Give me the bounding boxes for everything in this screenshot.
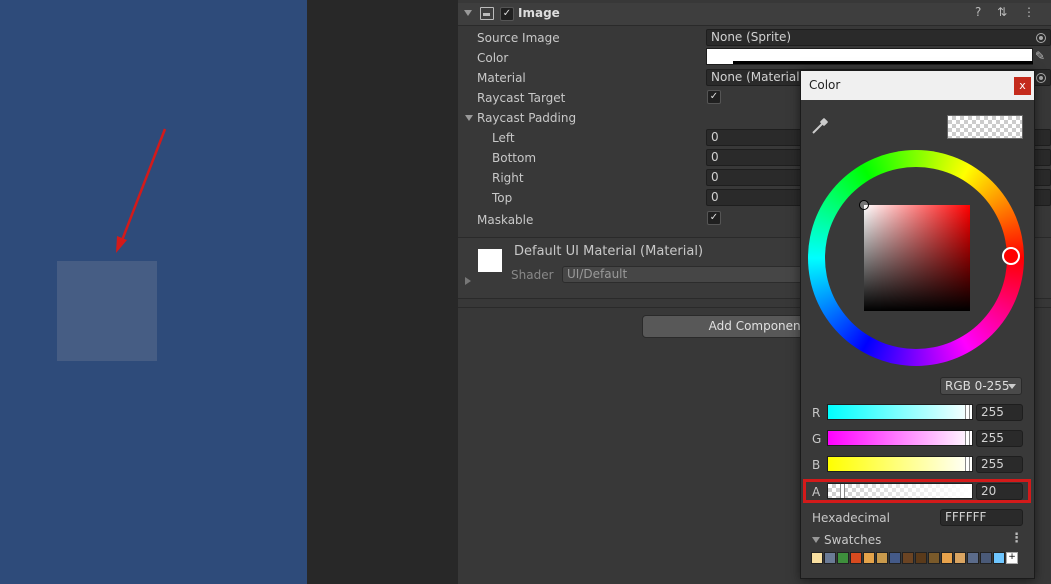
- scene-view[interactable]: [0, 0, 307, 584]
- channel-g-label: G: [812, 432, 822, 446]
- channel-b-slider[interactable]: [827, 456, 973, 472]
- material-label: Material: [477, 71, 526, 85]
- swatch-row: +: [811, 552, 1018, 564]
- hexadecimal-field[interactable]: FFFFFF: [940, 509, 1023, 526]
- image-component-icon: [480, 7, 494, 20]
- color-swatch[interactable]: [837, 552, 849, 564]
- color-picker-title: Color: [809, 78, 841, 92]
- color-swatch[interactable]: [915, 552, 927, 564]
- color-swatch[interactable]: [902, 552, 914, 564]
- channel-r-label: R: [812, 406, 821, 420]
- color-swatch[interactable]: [993, 552, 1005, 564]
- slider-handle[interactable]: [965, 431, 970, 445]
- annotation-arrow: [116, 128, 167, 253]
- color-picker-titlebar[interactable]: Color x: [801, 71, 1034, 100]
- color-preview-swatch: [947, 115, 1023, 139]
- material-thumbnail: [478, 249, 502, 272]
- color-swatch[interactable]: [811, 552, 823, 564]
- color-field[interactable]: [706, 48, 1033, 65]
- color-label: Color: [477, 51, 509, 65]
- fold-arrow-icon[interactable]: [464, 10, 472, 16]
- eyedropper-icon[interactable]: [811, 117, 829, 135]
- hexadecimal-label: Hexadecimal: [812, 511, 890, 525]
- channel-r-slider[interactable]: [827, 404, 973, 420]
- raycast-target-checkbox[interactable]: ✓: [707, 90, 721, 104]
- padding-bottom-label: Bottom: [492, 151, 537, 165]
- image-component-header[interactable]: ✓ Image ? ⇅ ⋮: [458, 3, 1051, 26]
- color-picker-window: Color x RGB 0-255 R 255 G 255 B 255 A 20…: [800, 70, 1035, 579]
- channel-r-field[interactable]: 255: [976, 404, 1023, 421]
- raycast-padding-label: Raycast Padding: [477, 111, 577, 125]
- raycast-padding-fold-icon[interactable]: [465, 115, 473, 121]
- raycast-target-label: Raycast Target: [477, 91, 566, 105]
- padding-left-label: Left: [492, 131, 515, 145]
- sv-handle[interactable]: [859, 200, 869, 210]
- padding-top-label: Top: [492, 191, 513, 205]
- color-swatch[interactable]: [889, 552, 901, 564]
- color-swatch[interactable]: [941, 552, 953, 564]
- component-enabled-checkbox[interactable]: ✓: [500, 7, 514, 21]
- component-tools-icons[interactable]: ? ⇅ ⋮: [975, 5, 1041, 19]
- source-image-label: Source Image: [477, 31, 560, 45]
- hue-handle[interactable]: [1002, 247, 1020, 265]
- slider-handle[interactable]: [965, 457, 970, 471]
- object-picker-icon[interactable]: [1036, 73, 1046, 83]
- color-mode-dropdown[interactable]: RGB 0-255: [940, 377, 1022, 395]
- color-swatch[interactable]: [928, 552, 940, 564]
- saturation-value-square[interactable]: [864, 205, 970, 311]
- source-image-value: None (Sprite): [711, 30, 792, 44]
- alpha-highlight-box: [803, 479, 1031, 503]
- color-swatch[interactable]: [980, 552, 992, 564]
- channel-g-slider[interactable]: [827, 430, 973, 446]
- color-swatch[interactable]: [876, 552, 888, 564]
- color-swatch[interactable]: [850, 552, 862, 564]
- color-swatch[interactable]: [967, 552, 979, 564]
- maskable-checkbox[interactable]: ✓: [707, 211, 721, 225]
- channel-b-label: B: [812, 458, 821, 472]
- swatches-label: Swatches: [824, 533, 882, 547]
- channel-g-field[interactable]: 255: [976, 430, 1023, 447]
- slider-handle[interactable]: [965, 405, 970, 419]
- component-title: Image: [518, 6, 560, 20]
- panel-gap: [307, 0, 458, 584]
- swatches-fold-icon[interactable]: [812, 537, 820, 543]
- eyedropper-icon[interactable]: ✎: [1035, 49, 1045, 63]
- color-swatch[interactable]: [863, 552, 875, 564]
- maskable-label: Maskable: [477, 213, 534, 227]
- padding-right-label: Right: [492, 171, 524, 185]
- channel-b-field[interactable]: 255: [976, 456, 1023, 473]
- close-button[interactable]: x: [1014, 77, 1031, 95]
- color-swatch[interactable]: [954, 552, 966, 564]
- material-value: None (Material): [711, 70, 805, 84]
- shader-label: Shader: [511, 268, 554, 282]
- object-picker-icon[interactable]: [1036, 33, 1046, 43]
- swatches-menu-icon[interactable]: ⋮: [1010, 531, 1023, 546]
- add-swatch-button[interactable]: +: [1006, 552, 1018, 564]
- color-swatch[interactable]: [824, 552, 836, 564]
- expand-arrow-icon[interactable]: [465, 277, 471, 285]
- material-name: Default UI Material (Material): [514, 244, 704, 259]
- source-image-field[interactable]: None (Sprite): [706, 29, 1051, 46]
